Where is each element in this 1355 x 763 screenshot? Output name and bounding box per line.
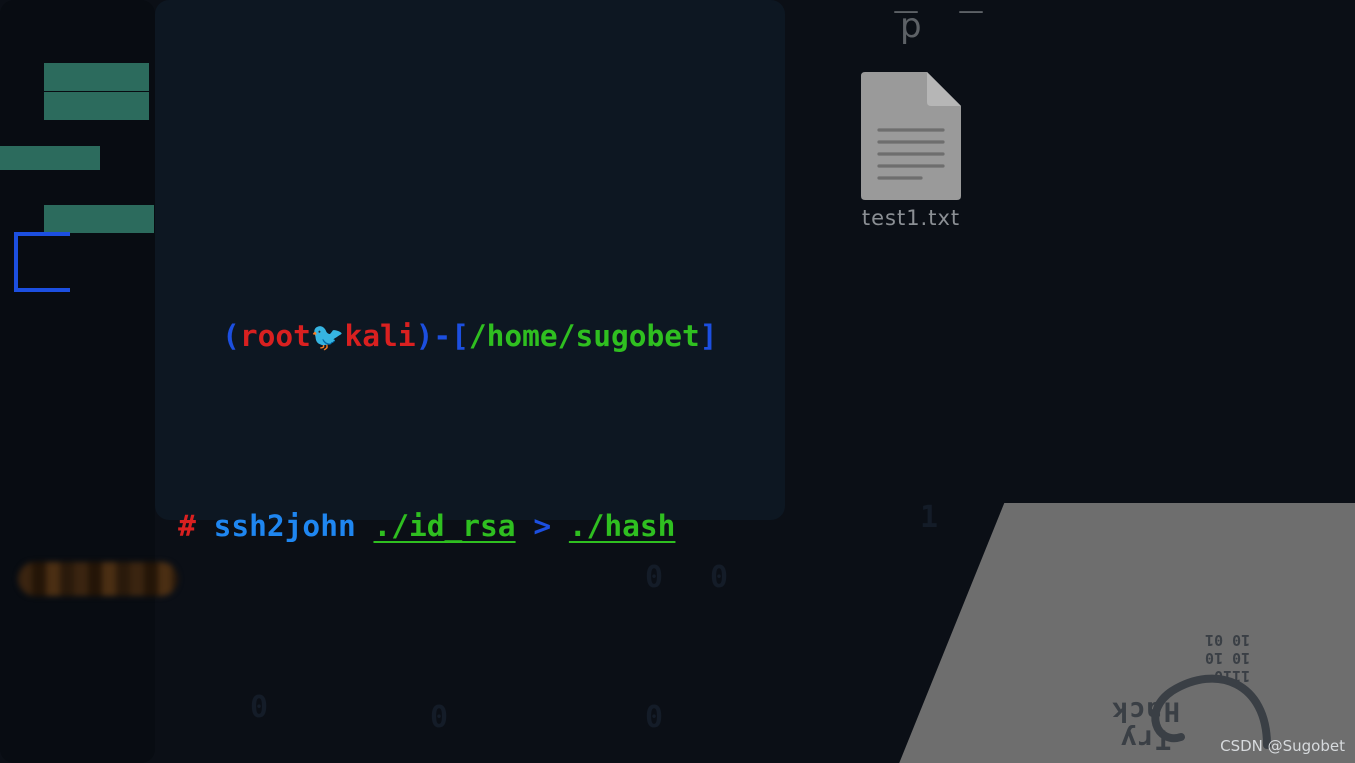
- prompt-host: kali: [344, 319, 416, 353]
- paren-open: (: [222, 319, 240, 353]
- desktop-screenshot: 0 0 1 0 0 0 1 1 1 0 0 0 Try Hack 1110 10…: [0, 0, 1355, 763]
- bird-icon: 🐦: [310, 322, 345, 353]
- prompt-dash: -: [433, 319, 452, 353]
- bracket-close: ]: [699, 319, 718, 353]
- terminal-output-area: (root🐦kali)-[/home/sugobet] # ssh2john .…: [0, 28, 1355, 763]
- terminal-window[interactable]: (root🐦kali)-[/home/sugobet] # ssh2john .…: [0, 0, 1355, 763]
- command-name: ssh2john: [213, 509, 356, 543]
- paren-close: ): [415, 319, 434, 353]
- redirect-operator: >: [533, 509, 552, 543]
- command-arg-1: ./id_rsa: [373, 509, 516, 543]
- password-redaction-blur: [18, 562, 178, 596]
- prompt-bracket-icon: [14, 232, 70, 292]
- bracket-open: [: [451, 319, 469, 353]
- prompt-line-1: (root🐦kali)-[/home/sugobet]: [0, 218, 1355, 353]
- prompt-hash: #: [178, 509, 196, 543]
- command-arg-2: ./hash: [568, 509, 676, 543]
- prompt-path: /home/sugobet: [468, 319, 700, 353]
- prompt-user: root: [239, 319, 311, 353]
- watermark: CSDN @Sugobet: [1220, 737, 1345, 755]
- command-line-1: # ssh2john ./id_rsa > ./hash: [0, 456, 1355, 543]
